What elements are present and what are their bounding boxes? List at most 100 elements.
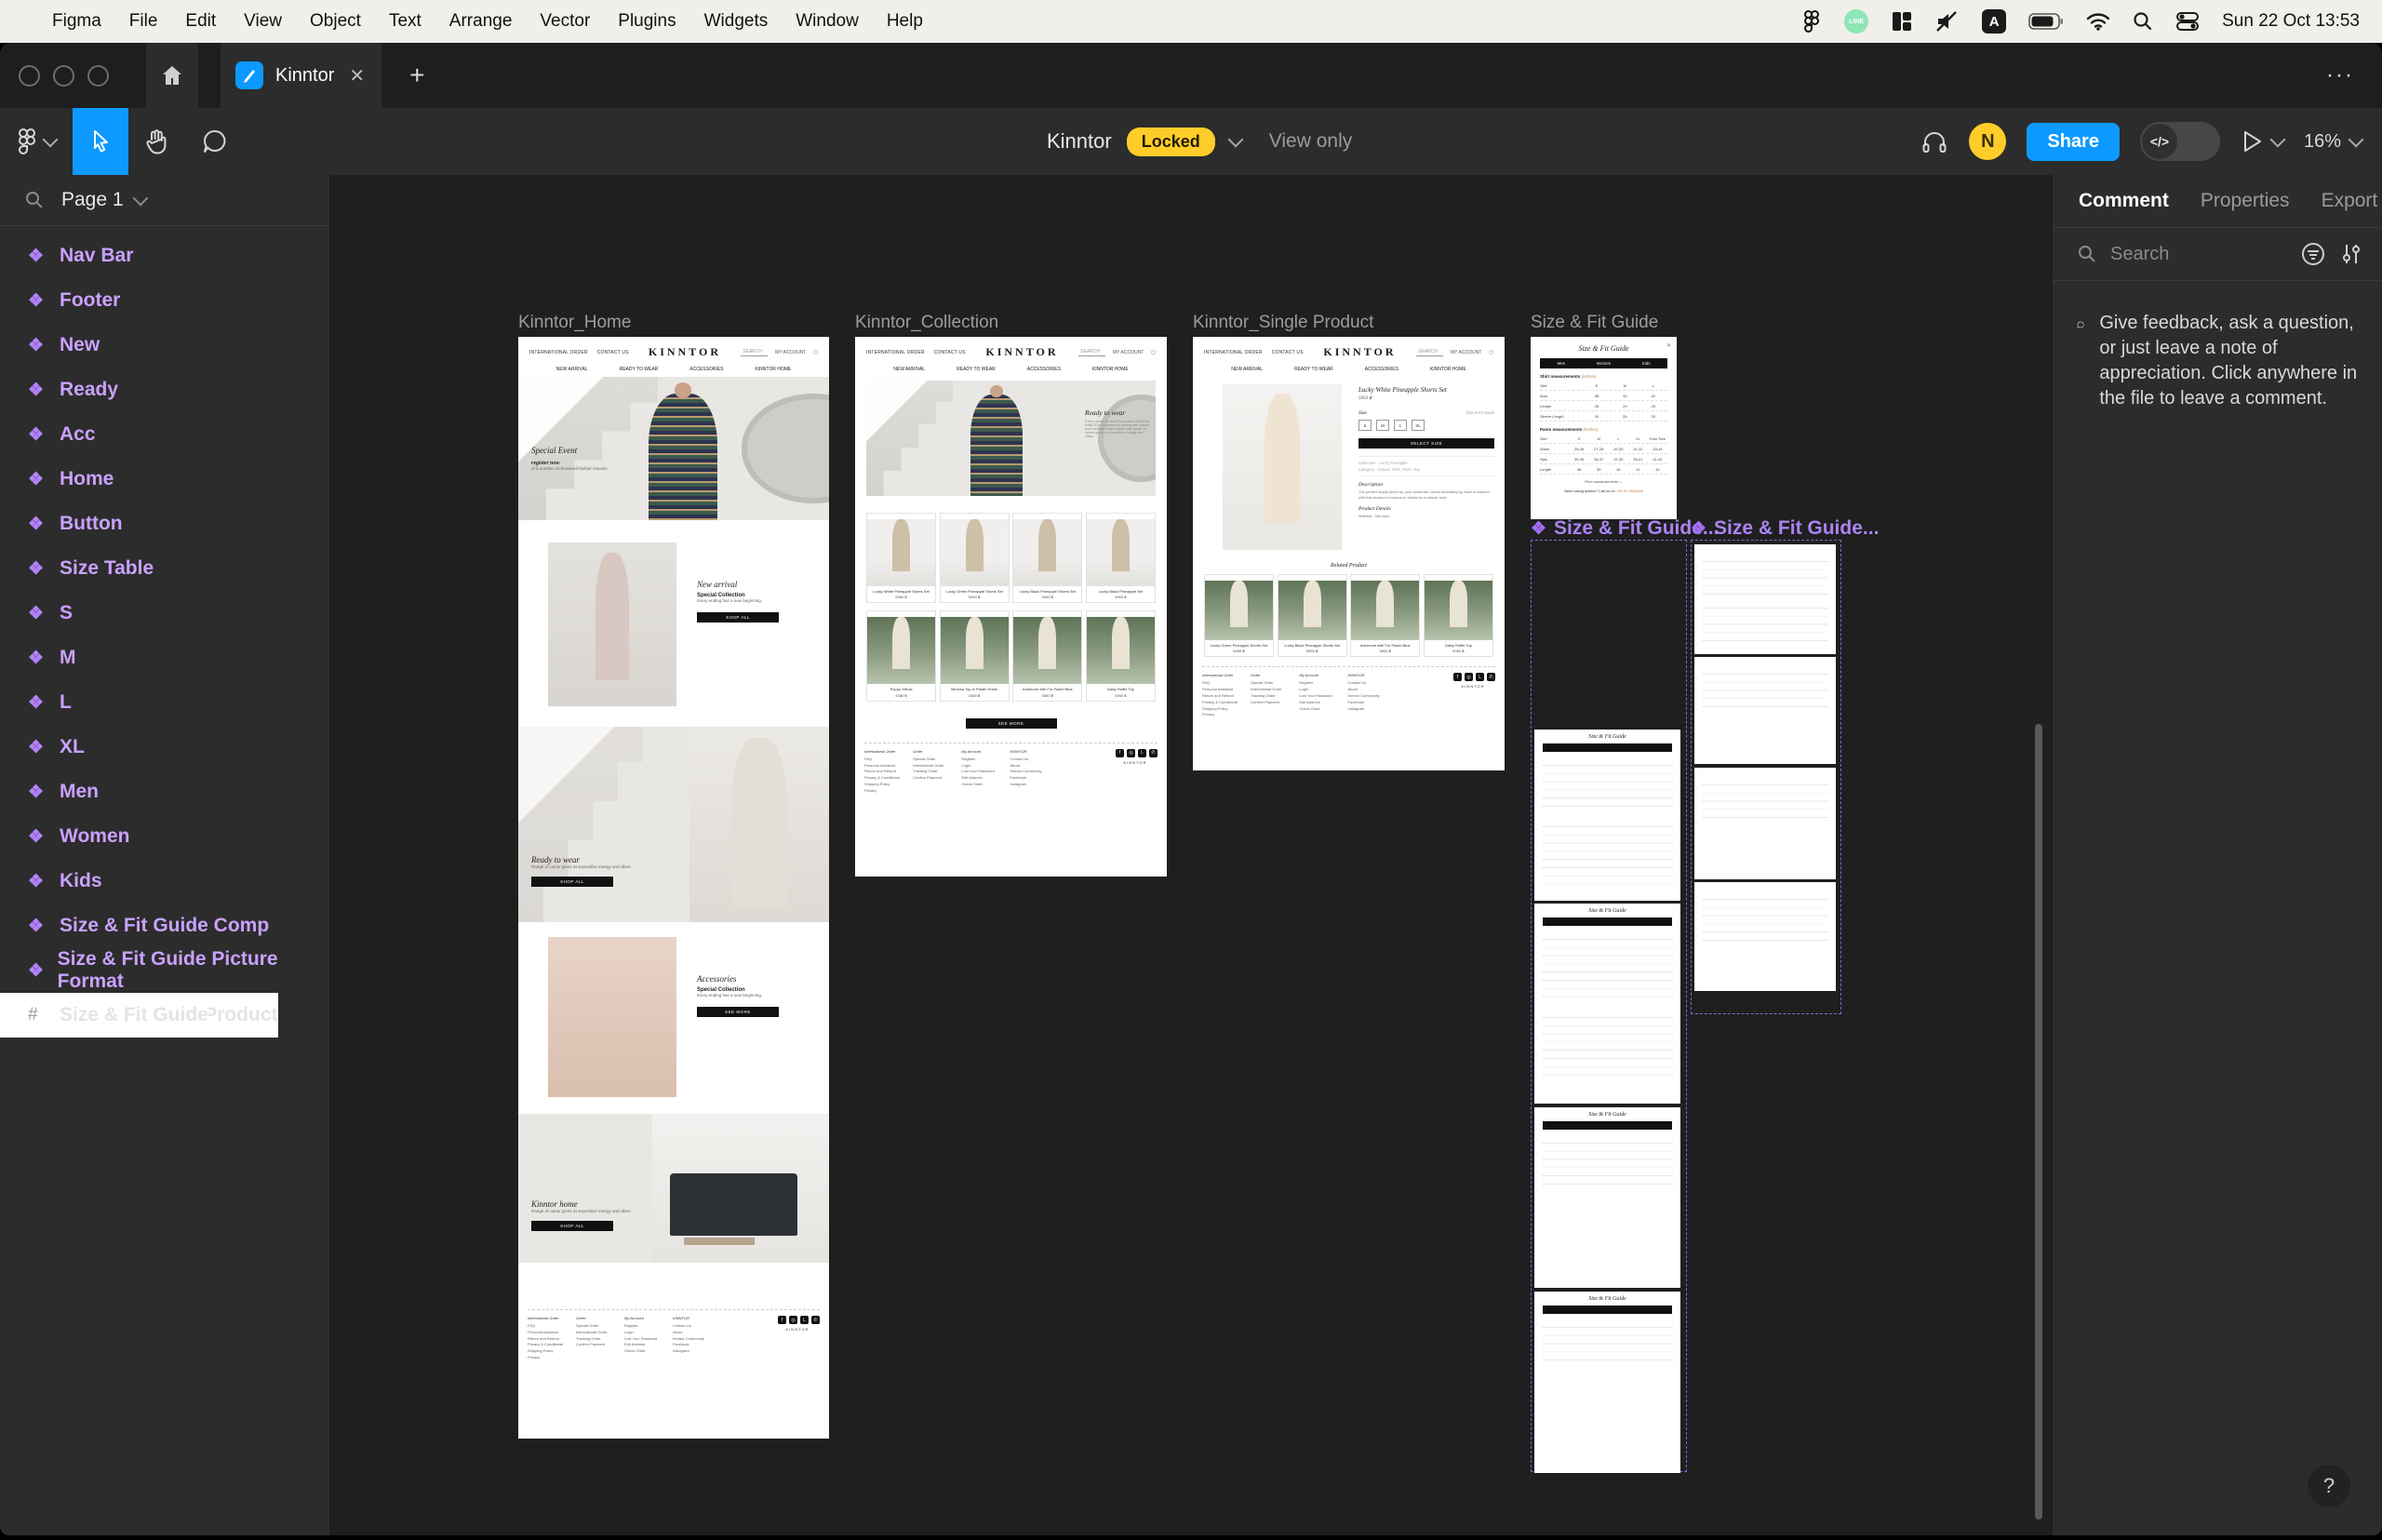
menu-item[interactable]: Text [389, 11, 422, 32]
layer-item[interactable]: ❖ Kids [0, 859, 329, 904]
layer-item[interactable]: ❖ Size Table [0, 546, 329, 591]
file-tab[interactable]: Kinntor ✕ [221, 43, 381, 108]
layer-item[interactable]: # Size & Fit Guide [0, 993, 208, 1038]
frame-kinntor-home[interactable]: INTERNATIONAL ORDERCONTACT US KINNTOR SE… [518, 337, 829, 1439]
size-guide-thumb[interactable]: Size & Fit Guide [1534, 904, 1680, 1104]
file-name[interactable]: Kinntor [1047, 129, 1112, 154]
frame-label-size-guide[interactable]: Size & Fit Guide [1531, 313, 1658, 333]
layer-type-icon: ❖ [28, 335, 60, 356]
size-guide-thumb[interactable]: Size & Fit Guide [1534, 730, 1680, 901]
menu-item[interactable]: Vector [540, 11, 590, 32]
audio-headphones-icon[interactable] [1920, 108, 1948, 175]
home-tab-button[interactable] [146, 43, 198, 108]
size-guide-thumb[interactable]: Size & Fit Guide [1534, 1107, 1680, 1288]
frame-kinntor-single-product[interactable]: INTERNATIONAL ORDERCONTACT US KINNTOR SE… [1193, 337, 1505, 770]
close-window-button[interactable] [19, 65, 40, 87]
menu-clock[interactable]: Sun 22 Oct 13:53 [2222, 11, 2360, 32]
layer-item[interactable]: ❖ Size & Fit Guide Picture Format [0, 948, 329, 993]
social-icon: f [778, 1316, 786, 1324]
share-button[interactable]: Share [2027, 123, 2120, 161]
menu-item[interactable]: Window [796, 11, 859, 32]
mute-icon[interactable] [1935, 8, 1960, 34]
zoom-window-button[interactable] [87, 65, 109, 87]
table-shape [684, 1238, 755, 1245]
layer-item[interactable]: ❖ L [0, 680, 329, 725]
hand-tool-button[interactable] [128, 108, 186, 175]
selected-frame-label-right[interactable]: ❖Size & Fit Guide... [1691, 517, 1879, 540]
minimize-window-button[interactable] [53, 65, 74, 87]
collection-products-row2: Poppy Yellow 4380 ฿ Mimosa Top in Pastel… [855, 610, 1167, 701]
locked-badge[interactable]: Locked [1127, 127, 1215, 156]
control-center-icon[interactable] [2175, 8, 2200, 34]
frame-label-collection[interactable]: Kinntor_Collection [855, 313, 998, 333]
menu-item[interactable]: Figma [52, 11, 101, 32]
layer-item[interactable]: ❖ S [0, 591, 329, 636]
figma-status-icon[interactable] [1801, 8, 1822, 34]
tab-properties[interactable]: Properties [2201, 190, 2290, 212]
battery-icon[interactable] [2028, 8, 2064, 34]
menu-item[interactable]: File [129, 11, 158, 32]
layer-item[interactable]: ❖ New [0, 323, 329, 368]
menu-item[interactable]: View [244, 11, 282, 32]
wifi-icon[interactable] [2086, 8, 2110, 34]
canvas[interactable]: Kinntor_Home Kinntor_Collection Kinntor_… [330, 175, 2053, 1535]
menu-item[interactable]: Plugins [618, 11, 676, 32]
close-tab-icon[interactable]: ✕ [349, 64, 365, 87]
move-tool-button[interactable] [73, 108, 128, 175]
menu-item[interactable]: Help [887, 11, 923, 32]
sort-sliders-icon[interactable] [2339, 241, 2363, 267]
layer-item[interactable]: ❖ M [0, 636, 329, 680]
home-hero-text: of a number of renowned fashion houses [531, 466, 608, 471]
table-row: SizeSML [1540, 381, 1667, 391]
table-row: Waist25-2627-2829-3031-3233-34 [1540, 444, 1667, 454]
spotlight-icon[interactable] [2133, 8, 2153, 34]
layer-item[interactable]: ❖ Footer [0, 278, 329, 323]
main-menu-button[interactable] [0, 108, 73, 175]
comment-tool-button[interactable] [186, 108, 244, 175]
menu-item[interactable]: Object [310, 11, 361, 32]
product-card: Poppy Yellow 4380 ฿ [866, 610, 936, 701]
menu-item[interactable]: Widgets [704, 11, 769, 32]
tab-export[interactable]: Export [2322, 190, 2378, 212]
dev-mode-toggle[interactable]: </> [2140, 122, 2220, 161]
input-source-icon[interactable]: A [1982, 9, 2006, 33]
size-guide-thumb[interactable]: Size & Fit Guide [1534, 1292, 1680, 1473]
filter-icon[interactable] [2300, 241, 2326, 267]
menu-item[interactable]: Arrange [449, 11, 513, 32]
ready-to-wear-photo [689, 727, 829, 922]
layer-item[interactable]: ❖ Women [0, 814, 329, 859]
canvas-scrollbar[interactable] [2035, 724, 2042, 1520]
layer-item[interactable]: ❖ Home [0, 457, 329, 502]
avatar[interactable]: N [1969, 123, 2006, 160]
layer-item[interactable]: ❖ Size & Fit Guide Comp [0, 904, 329, 948]
zoom-menu[interactable]: 16% [2304, 108, 2362, 175]
page-selector[interactable]: Page 1 [0, 175, 329, 226]
layer-item[interactable]: ❖ Acc [0, 412, 329, 457]
menu-item[interactable]: Edit [185, 11, 216, 32]
social-icon: f [1116, 749, 1124, 757]
size-table-thumb[interactable] [1694, 544, 1836, 654]
size-table-thumb[interactable] [1694, 657, 1836, 764]
layer-item[interactable]: ❖ Ready [0, 368, 329, 412]
table-row: Sleeve Length242525 [1540, 411, 1667, 422]
layer-item[interactable]: ❖ Men [0, 770, 329, 814]
help-button[interactable]: ? [2308, 1465, 2350, 1507]
tab-comment[interactable]: Comment [2079, 190, 2169, 212]
comment-search[interactable]: Search [2053, 228, 2382, 281]
layer-item[interactable]: ❖ Nav Bar [0, 234, 329, 278]
tiling-icon[interactable] [1891, 8, 1913, 34]
present-button[interactable] [2241, 108, 2283, 175]
window-more-icon[interactable]: ··· [2326, 62, 2354, 88]
frame-size-fit-guide[interactable]: Size & Fit Guide ✕ MenWomenKids Shirt me… [1531, 337, 1677, 519]
line-icon[interactable]: LINE [1844, 9, 1868, 33]
file-menu-chevron-icon[interactable] [1227, 131, 1243, 147]
layer-item[interactable]: ❖ XL [0, 725, 329, 770]
frame-label-single-product[interactable]: Kinntor_Single Product [1193, 313, 1373, 333]
layer-item[interactable]: ❖ Button [0, 502, 329, 546]
new-tab-button[interactable]: + [409, 60, 424, 90]
frame-label-home[interactable]: Kinntor_Home [518, 313, 631, 333]
search-icon [24, 190, 45, 210]
frame-kinntor-collection[interactable]: INTERNATIONAL ORDERCONTACT US KINNTOR SE… [855, 337, 1167, 877]
size-table-thumb[interactable] [1694, 882, 1836, 991]
size-table-thumb[interactable] [1694, 768, 1836, 879]
